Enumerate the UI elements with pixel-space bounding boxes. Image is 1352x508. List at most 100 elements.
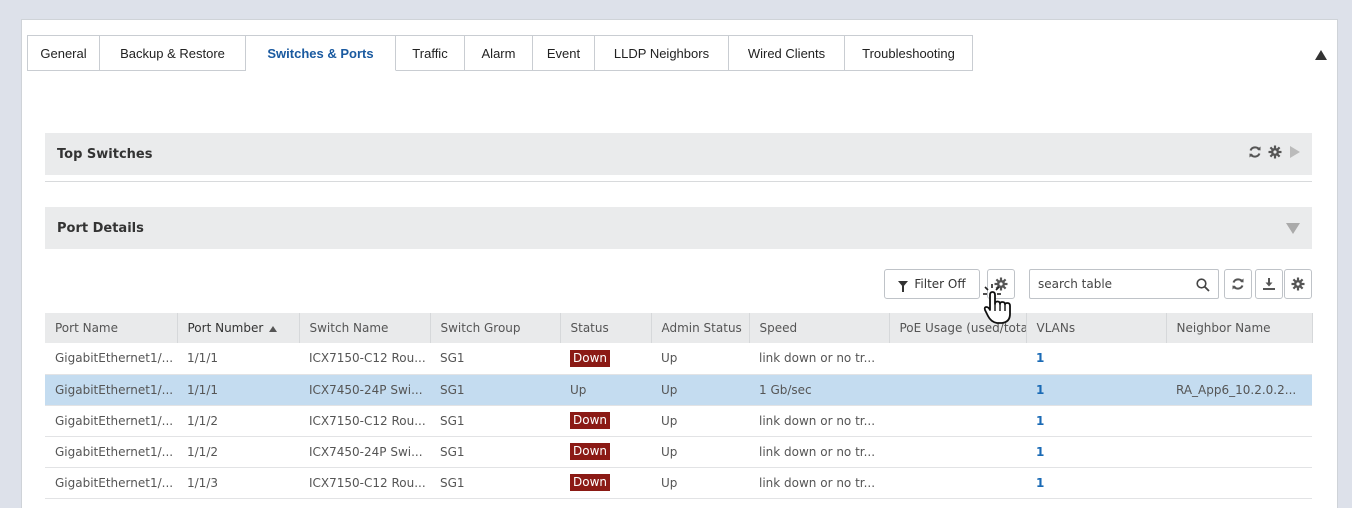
cell-switch-group: SG1 <box>430 467 560 499</box>
tab-list: General Backup & Restore Switches & Port… <box>27 35 973 71</box>
cell-vlans: 1 <box>1026 343 1166 375</box>
refresh-icon[interactable] <box>1248 145 1262 159</box>
col-switch-group[interactable]: Switch Group <box>430 313 561 343</box>
cell-status: Up <box>560 374 651 406</box>
filter-label: Filter Off <box>914 277 966 291</box>
col-vlans[interactable]: VLANs <box>1026 313 1167 343</box>
cell-switch-name: ICX7150-C12 Rou... <box>299 405 430 437</box>
cell-admin-status: Up <box>651 343 749 375</box>
col-status[interactable]: Status <box>560 313 652 343</box>
cell-admin-status: Up <box>651 467 749 499</box>
cell-speed: link down or no tr... <box>749 343 889 375</box>
tab-traffic[interactable]: Traffic <box>396 35 465 71</box>
table-row[interactable]: GigabitEthernet1/... 1/1/1 ICX7450-24P S… <box>45 374 1312 406</box>
cell-poe <box>889 467 1026 499</box>
vlan-link[interactable]: 1 <box>1036 414 1044 428</box>
cell-status: Down <box>560 405 651 437</box>
tab-general[interactable]: General <box>27 35 100 71</box>
cell-poe <box>889 343 1026 375</box>
cell-neighbor <box>1166 343 1312 375</box>
top-switches-header[interactable]: Top Switches <box>45 133 1312 175</box>
cell-poe <box>889 405 1026 437</box>
search-input[interactable] <box>1030 270 1180 298</box>
cell-neighbor <box>1166 467 1312 499</box>
cell-port-name: GigabitEthernet1/... <box>45 374 177 406</box>
table-row[interactable]: GigabitEthernet1/... 1/1/2 ICX7450-24P S… <box>45 436 1312 468</box>
cell-status: Down <box>560 467 651 499</box>
table-row[interactable]: GigabitEthernet1/... 1/1/1 ICX7150-C12 R… <box>45 343 1312 375</box>
download-button[interactable] <box>1255 269 1283 299</box>
vlan-link[interactable]: 1 <box>1036 476 1044 490</box>
cell-vlans: 1 <box>1026 467 1166 499</box>
port-details-title: Port Details <box>57 220 144 236</box>
vlan-link[interactable]: 1 <box>1036 351 1044 365</box>
col-speed[interactable]: Speed <box>749 313 890 343</box>
vlan-link[interactable]: 1 <box>1036 445 1044 459</box>
col-switch-name[interactable]: Switch Name <box>299 313 431 343</box>
play-icon[interactable] <box>1288 145 1302 159</box>
tab-lldp-neighbors[interactable]: LLDP Neighbors <box>595 35 729 71</box>
tab-troubleshooting[interactable]: Troubleshooting <box>845 35 973 71</box>
cell-port-number: 1/1/2 <box>177 405 299 437</box>
cell-speed: link down or no tr... <box>749 405 889 437</box>
section-divider <box>45 181 1312 182</box>
tab-alarm[interactable]: Alarm <box>465 35 533 71</box>
status-badge: Down <box>570 412 611 429</box>
cell-port-number: 1/1/1 <box>177 343 299 375</box>
cell-poe <box>889 374 1026 406</box>
cell-vlans: 1 <box>1026 436 1166 468</box>
col-port-name[interactable]: Port Name <box>45 313 178 343</box>
cell-speed: link down or no tr... <box>749 436 889 468</box>
gear-icon <box>1291 277 1305 291</box>
cell-switch-group: SG1 <box>430 374 560 406</box>
cell-admin-status: Up <box>651 405 749 437</box>
col-port-number-label: Port Number <box>187 321 264 335</box>
col-poe-usage[interactable]: PoE Usage (used/tota <box>889 313 1027 343</box>
tab-event[interactable]: Event <box>533 35 595 71</box>
table-row[interactable]: GigabitEthernet1/... 1/1/3 ICX7150-C12 R… <box>45 467 1312 499</box>
gear-icon <box>994 277 1008 291</box>
vlan-link[interactable]: 1 <box>1036 383 1044 397</box>
search-icon[interactable] <box>1196 277 1210 296</box>
table-header-row: Port Name Port Number Switch Name Switch… <box>45 313 1313 343</box>
cell-status: Down <box>560 343 651 375</box>
cell-port-number: 1/1/2 <box>177 436 299 468</box>
collapse-panel-icon[interactable] <box>1315 50 1327 60</box>
col-port-number[interactable]: Port Number <box>177 313 300 343</box>
port-details-header[interactable]: Port Details <box>45 207 1312 249</box>
status-badge: Down <box>570 349 611 367</box>
cell-vlans: 1 <box>1026 374 1166 406</box>
cell-admin-status: Up <box>651 374 749 406</box>
filter-settings-button[interactable] <box>987 269 1015 299</box>
cell-switch-name: ICX7150-C12 Rou... <box>299 343 430 375</box>
cell-neighbor <box>1166 436 1312 468</box>
table-row[interactable]: GigabitEthernet1/... 1/1/2 ICX7150-C12 R… <box>45 405 1312 437</box>
top-switches-title: Top Switches <box>57 146 153 162</box>
tab-switches-ports[interactable]: Switches & Ports <box>246 35 396 71</box>
cell-switch-name: ICX7450-24P Swi... <box>299 374 430 406</box>
cell-speed: 1 Gb/sec <box>749 374 889 406</box>
cell-status: Down <box>560 436 651 468</box>
table-toolbar: Filter Off <box>22 269 1337 299</box>
col-admin-status[interactable]: Admin Status <box>651 313 750 343</box>
filter-button[interactable]: Filter Off <box>884 269 980 299</box>
cell-switch-group: SG1 <box>430 405 560 437</box>
sort-ascending-icon <box>269 325 278 332</box>
refresh-table-button[interactable] <box>1224 269 1252 299</box>
cell-switch-group: SG1 <box>430 436 560 468</box>
cell-port-name: GigabitEthernet1/... <box>45 405 177 437</box>
triangle-down-icon[interactable] <box>1286 223 1300 234</box>
cell-port-number: 1/1/3 <box>177 467 299 499</box>
top-switches-actions <box>1248 145 1302 159</box>
col-neighbor-name[interactable]: Neighbor Name <box>1166 313 1313 343</box>
table-settings-button[interactable] <box>1284 269 1312 299</box>
tab-backup-restore[interactable]: Backup & Restore <box>100 35 246 71</box>
tab-wired-clients[interactable]: Wired Clients <box>729 35 845 71</box>
gear-icon[interactable] <box>1268 145 1282 159</box>
cell-poe <box>889 436 1026 468</box>
cell-port-name: GigabitEthernet1/... <box>45 467 177 499</box>
refresh-icon <box>1232 278 1244 290</box>
cell-switch-name: ICX7150-C12 Rou... <box>299 467 430 499</box>
cell-port-name: GigabitEthernet1/... <box>45 436 177 468</box>
cell-neighbor: RA_App6_10.2.0.2... <box>1166 374 1312 406</box>
